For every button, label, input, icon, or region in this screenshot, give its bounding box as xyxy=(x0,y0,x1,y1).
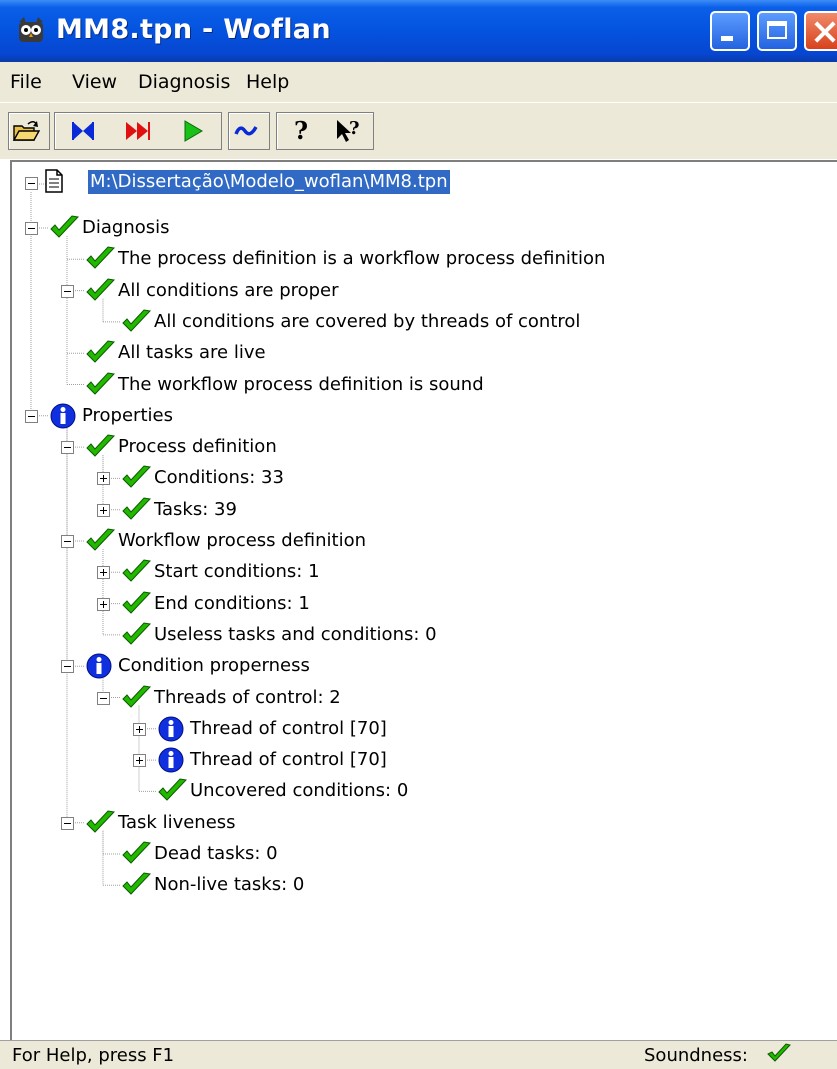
check-icon xyxy=(122,841,152,864)
help-button[interactable]: ? xyxy=(284,114,318,148)
tree-node-label[interactable]: Process definition xyxy=(118,435,277,459)
check-icon xyxy=(767,1043,791,1062)
tree-node-label[interactable]: Useless tasks and conditions: 0 xyxy=(154,623,437,647)
toolbar-group-analysis xyxy=(54,112,222,150)
check-icon xyxy=(122,559,152,583)
help-icon: ? xyxy=(294,117,308,145)
soundness-label: Soundness: xyxy=(644,1045,748,1066)
tree-expander[interactable] xyxy=(97,597,110,611)
info-icon xyxy=(50,403,76,429)
menu-diagnosis[interactable]: Diagnosis xyxy=(138,71,230,93)
tree-view[interactable]: M:\Dissertação\Modelo_woflan\MM8.tpn Dia… xyxy=(10,160,837,1042)
root-expander[interactable] xyxy=(25,177,38,190)
tree-node-label[interactable]: Tasks: 39 xyxy=(154,498,237,522)
wave-button[interactable] xyxy=(229,114,263,148)
tree-node-label[interactable]: Uncovered conditions: 0 xyxy=(190,779,408,803)
tree-node-label[interactable]: The workflow process definition is sound xyxy=(118,373,484,397)
check-icon xyxy=(122,591,152,614)
tree-node-label[interactable]: Diagnosis xyxy=(82,216,170,240)
tree-node-label[interactable]: Non-live tasks: 0 xyxy=(154,873,304,897)
bowtie-button[interactable] xyxy=(66,114,100,148)
open-button[interactable] xyxy=(9,114,43,148)
tree-expander[interactable] xyxy=(97,503,110,517)
check-icon xyxy=(86,371,116,395)
context-help-icon: ? xyxy=(337,118,360,142)
tree-node-label[interactable]: Condition properness xyxy=(118,654,310,678)
tree-expander[interactable] xyxy=(133,722,146,736)
maximize-button[interactable] xyxy=(757,11,797,51)
check-icon xyxy=(86,246,116,270)
context-help-button[interactable]: ? xyxy=(332,114,366,148)
info-icon xyxy=(158,716,184,742)
tree-root-node[interactable]: M:\Dissertação\Modelo_woflan\MM8.tpn xyxy=(87,169,451,195)
check-icon xyxy=(122,497,152,520)
tree-node-label[interactable]: Thread of control [70] xyxy=(190,717,387,741)
check-icon xyxy=(158,778,188,802)
document-icon xyxy=(45,169,63,193)
svg-text:?: ? xyxy=(294,117,308,145)
woflan-owl-icon xyxy=(19,17,43,42)
tree-expander[interactable] xyxy=(133,754,146,768)
check-icon xyxy=(86,810,116,833)
tree-expander[interactable] xyxy=(61,816,74,830)
tree-node-label[interactable]: Properties xyxy=(82,404,173,428)
tree-expander[interactable] xyxy=(25,222,38,235)
tree-expander[interactable] xyxy=(61,441,74,455)
toolbar-group-file xyxy=(8,112,50,150)
fast-forward-icon xyxy=(125,122,150,140)
tree-node-label[interactable]: All tasks are live xyxy=(118,341,266,365)
tree-node-label[interactable]: All conditions are covered by threads of… xyxy=(154,310,580,334)
check-icon xyxy=(86,528,116,551)
tree-node-label[interactable]: End conditions: 1 xyxy=(154,592,310,616)
tree-node-label[interactable]: Task liveness xyxy=(118,811,236,835)
open-icon xyxy=(12,121,40,141)
check-icon xyxy=(86,340,116,363)
bowtie-icon xyxy=(71,122,94,140)
menu-bar: File View Diagnosis Help xyxy=(0,62,837,102)
fast-forward-button[interactable] xyxy=(121,114,155,148)
menu-view[interactable]: View xyxy=(72,71,117,93)
check-icon xyxy=(86,434,116,457)
toolbar-group-wave xyxy=(228,112,270,150)
title-bar[interactable]: MM8.tpn - Woflan xyxy=(0,0,837,62)
check-icon xyxy=(122,872,152,896)
tree-expander[interactable] xyxy=(97,566,110,580)
tree-node-label[interactable]: Threads of control: 2 xyxy=(154,686,341,710)
play-button[interactable] xyxy=(176,114,210,148)
check-icon xyxy=(122,309,152,332)
status-help-text: For Help, press F1 xyxy=(12,1045,175,1066)
info-icon xyxy=(86,653,112,679)
tree-expander[interactable] xyxy=(97,472,110,486)
wave-icon xyxy=(234,126,258,136)
tree-node-label[interactable]: Conditions: 33 xyxy=(154,466,284,490)
tree-node-label[interactable]: Thread of control [70] xyxy=(190,748,387,772)
tree-node-label[interactable]: The process definition is a workflow pro… xyxy=(118,247,605,271)
toolbar-group-help: ? ? xyxy=(276,112,374,150)
tree-node-label[interactable]: All conditions are proper xyxy=(118,279,339,303)
tree-expander[interactable] xyxy=(61,660,74,674)
info-icon xyxy=(158,747,184,773)
tree-node-label[interactable]: Start conditions: 1 xyxy=(154,560,320,584)
window-title: MM8.tpn - Woflan xyxy=(56,14,331,45)
check-icon xyxy=(122,622,152,645)
status-bar: For Help, press F1 Soundness: xyxy=(0,1040,837,1069)
minimize-button[interactable] xyxy=(710,11,750,51)
check-icon xyxy=(122,465,152,489)
check-icon xyxy=(50,215,80,238)
toolbar: ? ? xyxy=(0,102,837,159)
tree-expander[interactable] xyxy=(25,409,38,423)
tree-node-label[interactable]: Workflow process definition xyxy=(118,529,366,553)
play-icon xyxy=(184,120,204,142)
menu-file[interactable]: File xyxy=(10,71,42,93)
close-button[interactable] xyxy=(804,11,837,51)
check-icon xyxy=(86,278,116,301)
tree-expander[interactable] xyxy=(97,691,110,705)
tree-expander[interactable] xyxy=(61,284,74,298)
menu-help[interactable]: Help xyxy=(246,71,289,93)
svg-text:?: ? xyxy=(349,118,360,139)
check-icon xyxy=(122,684,152,708)
tree-node-label[interactable]: Dead tasks: 0 xyxy=(154,842,278,866)
tree-expander[interactable] xyxy=(61,535,74,548)
